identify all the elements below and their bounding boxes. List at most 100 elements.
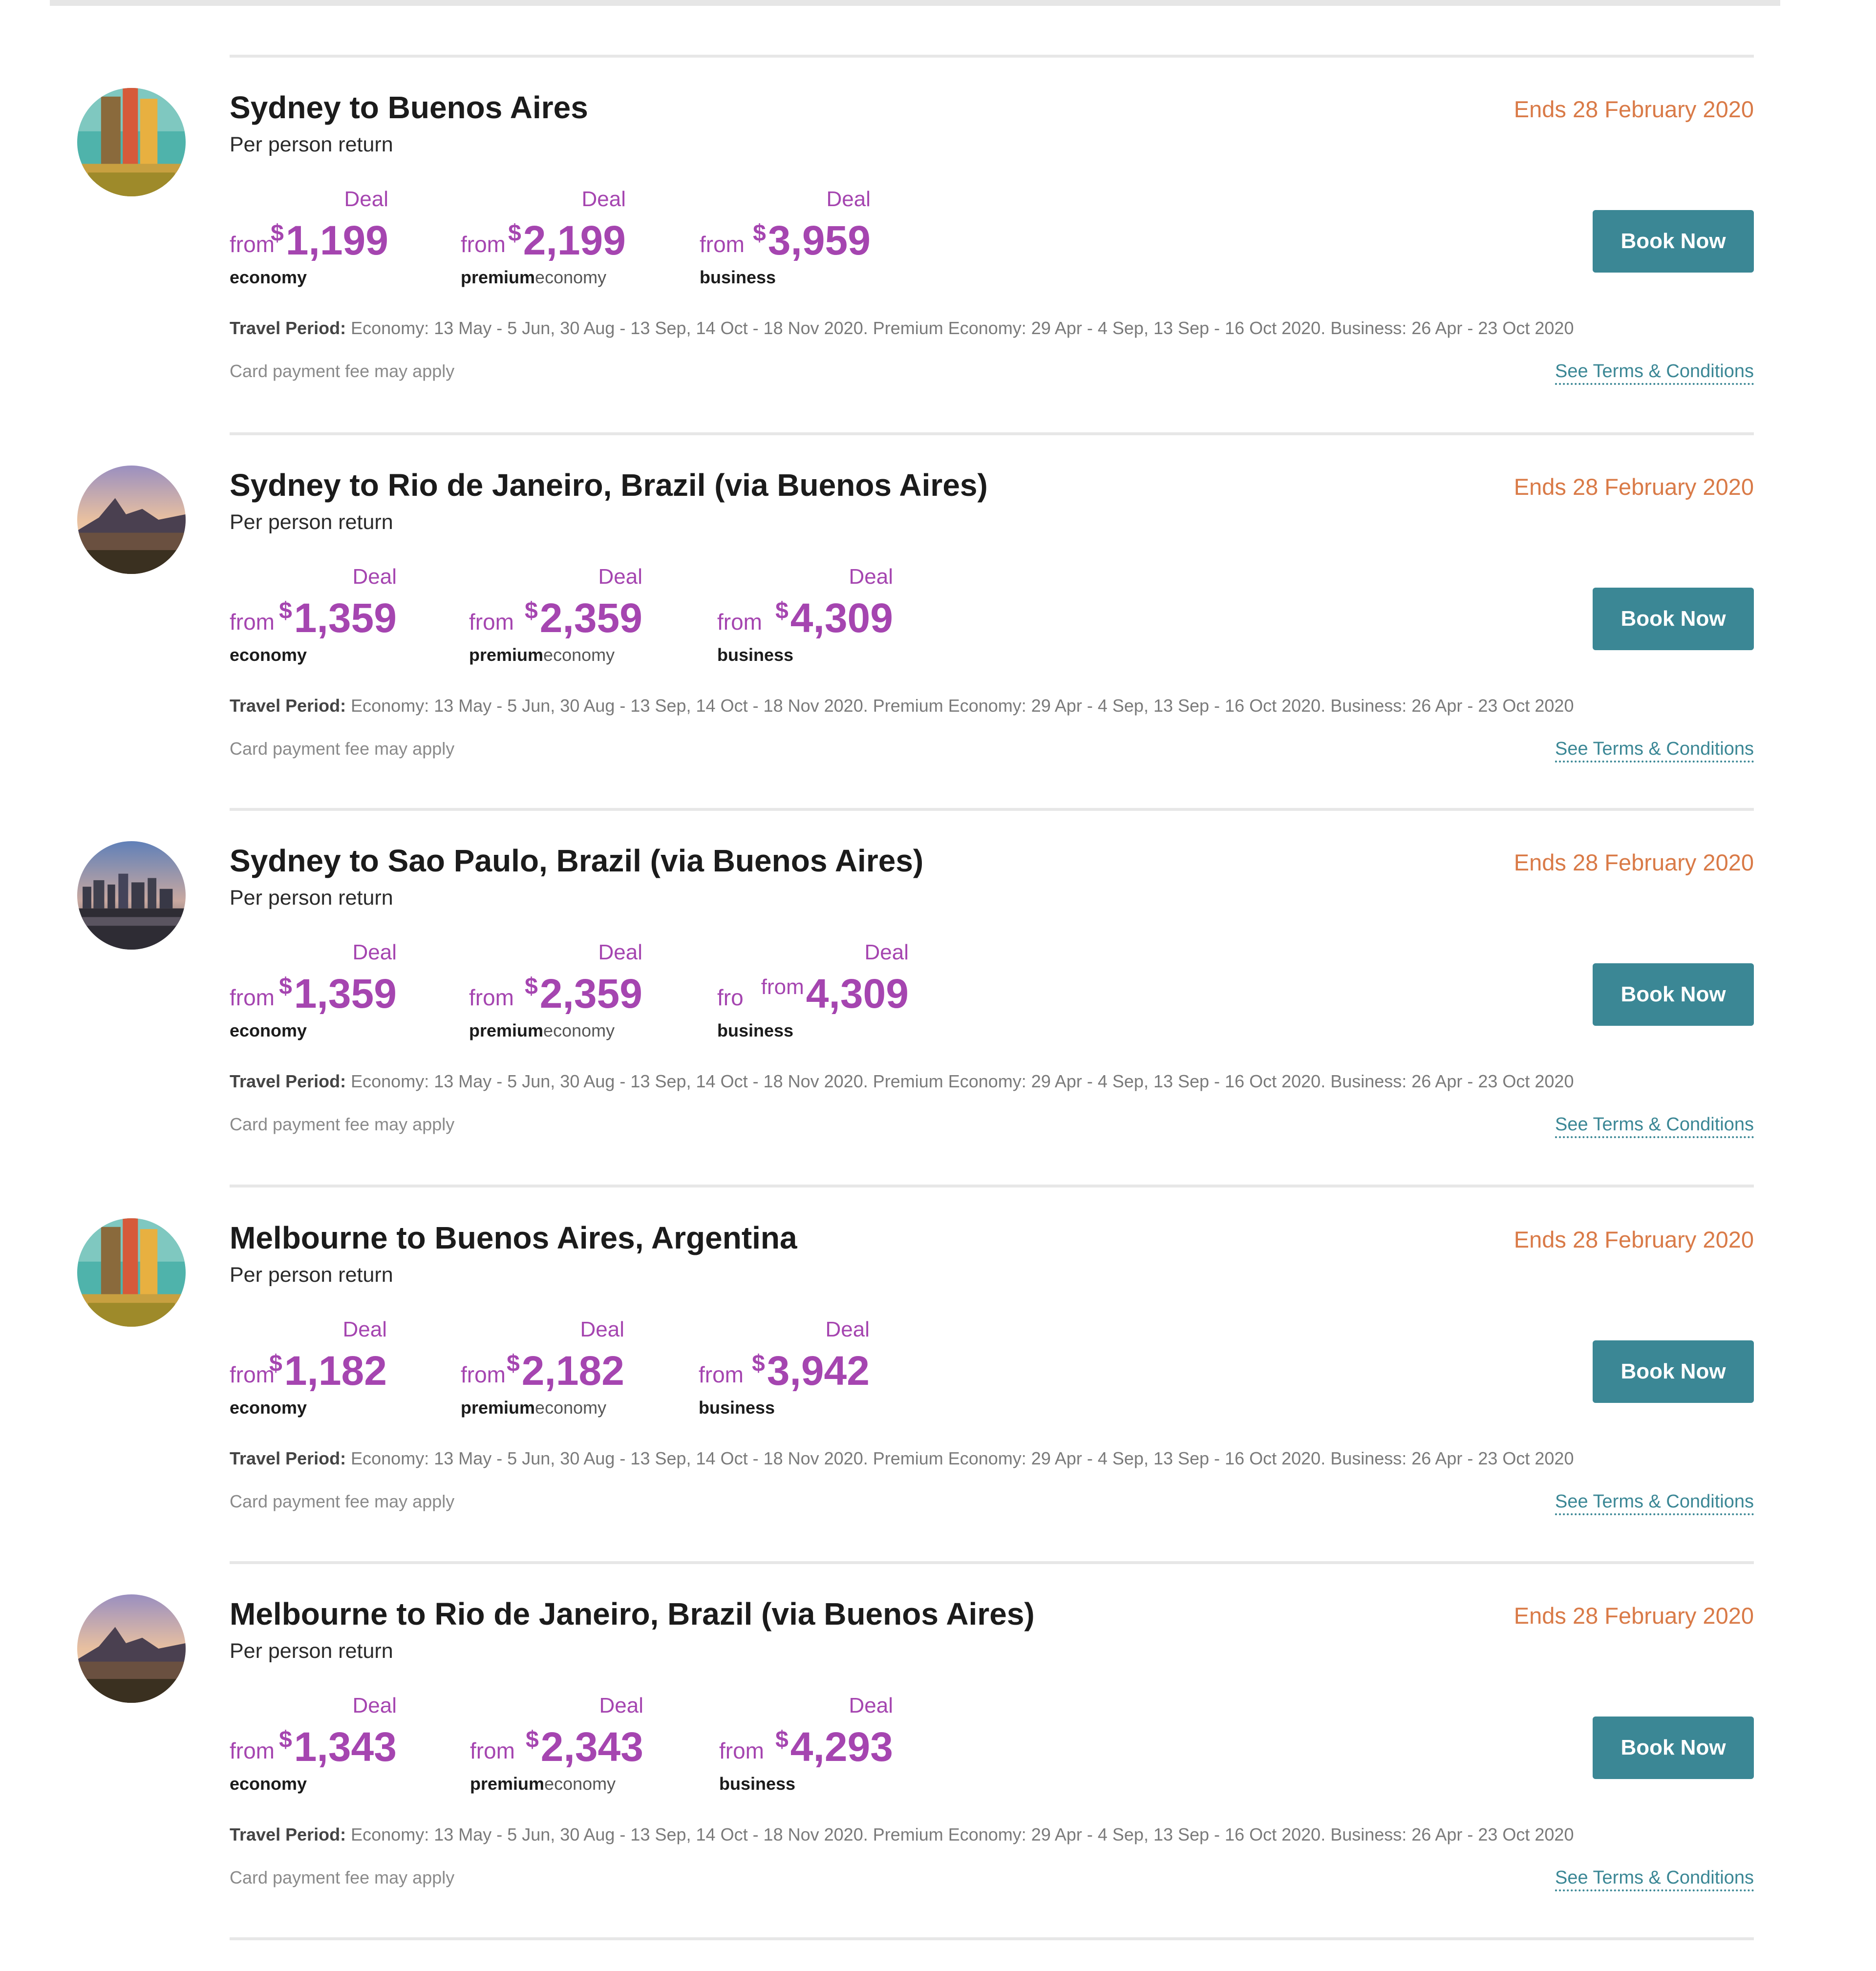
fare-price: $1,359 bbox=[279, 969, 397, 1025]
per-person-note: Per person return bbox=[230, 1263, 393, 1287]
currency-symbol: $ bbox=[525, 598, 538, 624]
deal-label: Deal bbox=[864, 940, 909, 964]
deal-end-date: Ends 28 February 2020 bbox=[1514, 1603, 1754, 1629]
fare-price: $1,199 bbox=[271, 216, 388, 272]
price-value: 2,182 bbox=[521, 1348, 624, 1394]
travel-period: Travel Period: Economy: 13 May - 5 Jun, … bbox=[230, 1070, 1574, 1093]
buenos-aires-colorful-houses-icon bbox=[77, 1218, 186, 1327]
fare-price: $1,359 bbox=[279, 593, 397, 649]
terms-conditions-link[interactable]: See Terms & Conditions bbox=[1555, 1490, 1754, 1515]
currency-symbol: $ bbox=[271, 220, 284, 246]
card-divider bbox=[230, 1185, 1754, 1187]
book-now-button[interactable]: Book Now bbox=[1593, 1717, 1754, 1779]
deal-label: Deal bbox=[352, 1694, 397, 1717]
currency-symbol: $ bbox=[526, 1727, 539, 1753]
deal-end-date: Ends 28 February 2020 bbox=[1514, 474, 1754, 500]
price-value: 1,359 bbox=[294, 595, 397, 641]
cabin-class: premiumeconomy bbox=[470, 1772, 616, 1796]
currency-symbol: $ bbox=[508, 220, 521, 246]
deal-label: Deal bbox=[344, 187, 389, 211]
deal-end-date: Ends 28 February 2020 bbox=[1514, 1227, 1754, 1252]
cabin-class: economy bbox=[230, 1019, 307, 1042]
per-person-note: Per person return bbox=[230, 1639, 393, 1663]
price-value: 4,309 bbox=[806, 971, 909, 1017]
deal-label: Deal bbox=[580, 1317, 625, 1341]
card-fee-note: Card payment fee may apply bbox=[230, 1114, 455, 1134]
fare-price: $2,343 bbox=[526, 1722, 643, 1778]
book-now-button[interactable]: Book Now bbox=[1593, 1340, 1754, 1403]
cabin-class-light: economy bbox=[543, 645, 615, 665]
deal-label: Deal bbox=[849, 565, 894, 589]
deal-card-melbourne-buenos-aires: Melbourne to Buenos Aires, Argentina Per… bbox=[0, 1218, 1876, 1594]
travel-period-text: Economy: 13 May - 5 Jun, 30 Aug - 13 Sep… bbox=[351, 318, 1574, 338]
fare-business: Deal from $4,293 business bbox=[719, 1692, 893, 1800]
currency-symbol: $ bbox=[279, 974, 292, 999]
travel-period: Travel Period: Economy: 13 May - 5 Jun, … bbox=[230, 694, 1574, 718]
cabin-class-bold: economy bbox=[230, 1774, 307, 1794]
travel-period-label: Travel Period: bbox=[230, 696, 346, 716]
fare-economy: Deal from $1,359 economy bbox=[230, 939, 397, 1046]
price-value: 2,199 bbox=[523, 217, 626, 263]
currency-symbol: $ bbox=[775, 598, 789, 624]
travel-period-text: Economy: 13 May - 5 Jun, 30 Aug - 13 Sep… bbox=[351, 1448, 1574, 1468]
card-divider bbox=[230, 55, 1754, 58]
cabin-class-bold: business bbox=[699, 1398, 775, 1418]
deal-card-sydney-sao-paulo: Sydney to Sao Paulo, Brazil (via Buenos … bbox=[0, 841, 1876, 1217]
cabin-class-bold: economy bbox=[230, 1020, 307, 1040]
book-now-button[interactable]: Book Now bbox=[1593, 963, 1754, 1026]
fare-price: from4,309 bbox=[761, 969, 909, 1025]
travel-period: Travel Period: Economy: 13 May - 5 Jun, … bbox=[230, 317, 1574, 340]
price-value: 1,343 bbox=[294, 1724, 397, 1770]
travel-period-label: Travel Period: bbox=[230, 1448, 346, 1468]
card-divider bbox=[230, 432, 1754, 435]
cabin-class-bold: business bbox=[717, 645, 794, 665]
travel-period: Travel Period: Economy: 13 May - 5 Jun, … bbox=[230, 1823, 1574, 1846]
price-value: 4,293 bbox=[790, 1724, 893, 1770]
fare-price: $4,309 bbox=[775, 593, 893, 649]
fare-premium-economy: Deal from $2,199 premiumeconomy bbox=[461, 186, 626, 293]
cabin-class: premiumeconomy bbox=[461, 1396, 606, 1420]
cabin-class-bold: business bbox=[719, 1774, 796, 1794]
deal-label: Deal bbox=[598, 565, 643, 589]
cabin-class: premiumeconomy bbox=[469, 643, 615, 667]
deal-label: Deal bbox=[599, 1694, 644, 1717]
terms-conditions-link[interactable]: See Terms & Conditions bbox=[1555, 1866, 1754, 1891]
price-value: 4,309 bbox=[790, 595, 893, 641]
deal-label: Deal bbox=[598, 940, 643, 964]
book-now-button[interactable]: Book Now bbox=[1593, 588, 1754, 650]
cabin-class: business bbox=[700, 266, 776, 289]
sao-paulo-skyline-icon bbox=[77, 841, 186, 950]
terms-conditions-link[interactable]: See Terms & Conditions bbox=[1555, 1113, 1754, 1138]
cabin-class-bold: economy bbox=[230, 645, 307, 665]
book-now-button[interactable]: Book Now bbox=[1593, 210, 1754, 273]
cabin-class-bold: business bbox=[717, 1020, 794, 1040]
travel-period-label: Travel Period: bbox=[230, 318, 346, 338]
top-separator-bar bbox=[50, 0, 1780, 6]
currency-symbol: $ bbox=[507, 1351, 520, 1377]
from-label: from bbox=[230, 609, 275, 635]
terms-conditions-link[interactable]: See Terms & Conditions bbox=[1555, 360, 1754, 385]
card-fee-note: Card payment fee may apply bbox=[230, 1491, 455, 1511]
deal-label: Deal bbox=[352, 565, 397, 589]
currency-symbol: $ bbox=[752, 1351, 765, 1377]
cabin-class: economy bbox=[230, 1772, 307, 1796]
cabin-class-light: economy bbox=[543, 1020, 615, 1040]
cabin-class: economy bbox=[230, 266, 307, 289]
fare-business: Deal from $3,959 business bbox=[700, 186, 871, 293]
cabin-class: premiumeconomy bbox=[469, 1019, 615, 1042]
price-value: 2,359 bbox=[539, 971, 642, 1017]
deal-card-sydney-rio: Sydney to Rio de Janeiro, Brazil (via Bu… bbox=[0, 466, 1876, 842]
route-title: Sydney to Rio de Janeiro, Brazil (via Bu… bbox=[230, 467, 988, 503]
terms-conditions-link[interactable]: See Terms & Conditions bbox=[1555, 737, 1754, 763]
from-label: from bbox=[470, 1738, 515, 1763]
cabin-class: business bbox=[699, 1396, 775, 1420]
cabin-class-bold: economy bbox=[230, 267, 307, 287]
from-label: from bbox=[699, 1362, 744, 1387]
fare-price: $3,942 bbox=[752, 1346, 870, 1402]
currency-symbol: $ bbox=[279, 1727, 292, 1753]
fare-price: $2,182 bbox=[507, 1346, 624, 1402]
deal-card-sydney-buenos-aires: Sydney to Buenos Aires Per person return… bbox=[0, 88, 1876, 464]
cabin-class-bold: business bbox=[700, 267, 776, 287]
from-label: from bbox=[469, 609, 514, 635]
fare-price: $2,359 bbox=[525, 593, 642, 649]
